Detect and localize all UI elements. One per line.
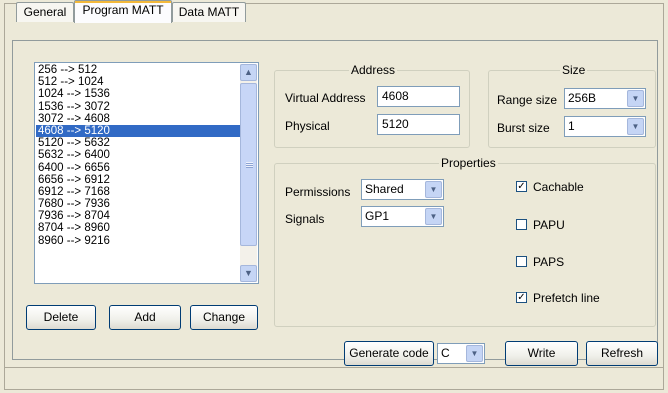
- tab-data-matt[interactable]: Data MATT: [172, 2, 246, 22]
- bottom-divider: [4, 367, 664, 368]
- language-value: C: [441, 346, 450, 360]
- list-item[interactable]: 512 --> 1024: [36, 76, 240, 88]
- grip-icon: [246, 162, 253, 168]
- prefetch-line-label: Prefetch line: [533, 291, 600, 305]
- paps-label: PAPS: [533, 255, 565, 269]
- list-item[interactable]: 6400 --> 6656: [36, 162, 240, 174]
- chevron-down-icon[interactable]: ▼: [425, 181, 442, 198]
- list-item[interactable]: 5120 --> 5632: [36, 137, 240, 149]
- generate-code-button[interactable]: Generate code: [344, 341, 434, 366]
- list-item[interactable]: 7680 --> 7936: [36, 198, 240, 210]
- burst-size-value: 1: [568, 119, 575, 133]
- burst-size-select[interactable]: 1 ▼: [564, 116, 646, 137]
- list-item[interactable]: 256 --> 512: [36, 64, 240, 76]
- range-size-label: Range size: [497, 93, 558, 107]
- list-item[interactable]: 4608 --> 5120: [36, 124, 240, 138]
- permissions-label: Permissions: [285, 185, 351, 199]
- refresh-button[interactable]: Refresh: [586, 341, 658, 366]
- list-item[interactable]: 8960 --> 9216: [36, 235, 240, 247]
- list-item[interactable]: 7936 --> 8704: [36, 210, 240, 222]
- chevron-down-icon[interactable]: ▼: [627, 118, 644, 135]
- chevron-down-icon[interactable]: ▼: [466, 345, 483, 362]
- add-button[interactable]: Add: [109, 305, 181, 330]
- tab-general[interactable]: General: [16, 2, 74, 22]
- tab-program-matt[interactable]: Program MATT: [74, 0, 172, 23]
- papu-label: PAPU: [533, 218, 565, 232]
- papu-checkbox[interactable]: [516, 219, 527, 230]
- cachable-checkbox[interactable]: ✓: [516, 181, 527, 192]
- list-item[interactable]: 3072 --> 4608: [36, 113, 240, 125]
- language-select[interactable]: C ▼: [437, 343, 485, 364]
- paps-checkbox[interactable]: [516, 256, 527, 267]
- list-item[interactable]: 1536 --> 3072: [36, 101, 240, 113]
- range-size-value: 256B: [568, 91, 597, 105]
- cachable-label: Cachable: [533, 180, 584, 194]
- signals-label: Signals: [285, 212, 325, 226]
- physical-label: Physical: [285, 119, 330, 133]
- list-item[interactable]: 6912 --> 7168: [36, 186, 240, 198]
- list-item[interactable]: 6656 --> 6912: [36, 174, 240, 186]
- scroll-down-arrow-icon[interactable]: ▼: [240, 265, 257, 282]
- range-list: 256 --> 512 512 --> 1024 1024 --> 1536 1536…: [36, 64, 240, 247]
- range-listbox[interactable]: 256 --> 512 512 --> 1024 1024 --> 1536 1536…: [34, 62, 259, 284]
- scroll-thumb[interactable]: [240, 83, 257, 246]
- signals-select[interactable]: GP1 ▼: [361, 206, 444, 227]
- physical-address-input[interactable]: 5120: [377, 114, 460, 135]
- list-item[interactable]: 8704 --> 8960: [36, 222, 240, 234]
- virtual-address-input[interactable]: 4608: [377, 86, 460, 107]
- write-button[interactable]: Write: [505, 341, 578, 366]
- address-group: Address: [274, 63, 470, 148]
- signals-value: GP1: [365, 209, 390, 223]
- list-item[interactable]: 1024 --> 1536: [36, 88, 240, 100]
- virtual-address-label: Virtual Address: [285, 91, 366, 105]
- change-button[interactable]: Change: [190, 305, 258, 330]
- prefetch-line-checkbox[interactable]: ✓: [516, 292, 527, 303]
- list-scrollbar[interactable]: ▲ ▼: [240, 64, 257, 282]
- list-item[interactable]: 5632 --> 6400: [36, 149, 240, 161]
- permissions-select[interactable]: Shared ▼: [361, 179, 444, 200]
- delete-button[interactable]: Delete: [26, 305, 96, 330]
- address-legend: Address: [349, 63, 398, 77]
- permissions-value: Shared: [365, 182, 404, 196]
- burst-size-label: Burst size: [497, 121, 550, 135]
- scroll-up-arrow-icon[interactable]: ▲: [240, 64, 257, 81]
- chevron-down-icon[interactable]: ▼: [627, 90, 644, 107]
- properties-legend: Properties: [439, 156, 498, 170]
- chevron-down-icon[interactable]: ▼: [425, 208, 442, 225]
- range-size-select[interactable]: 256B ▼: [564, 88, 646, 109]
- size-legend: Size: [560, 63, 588, 77]
